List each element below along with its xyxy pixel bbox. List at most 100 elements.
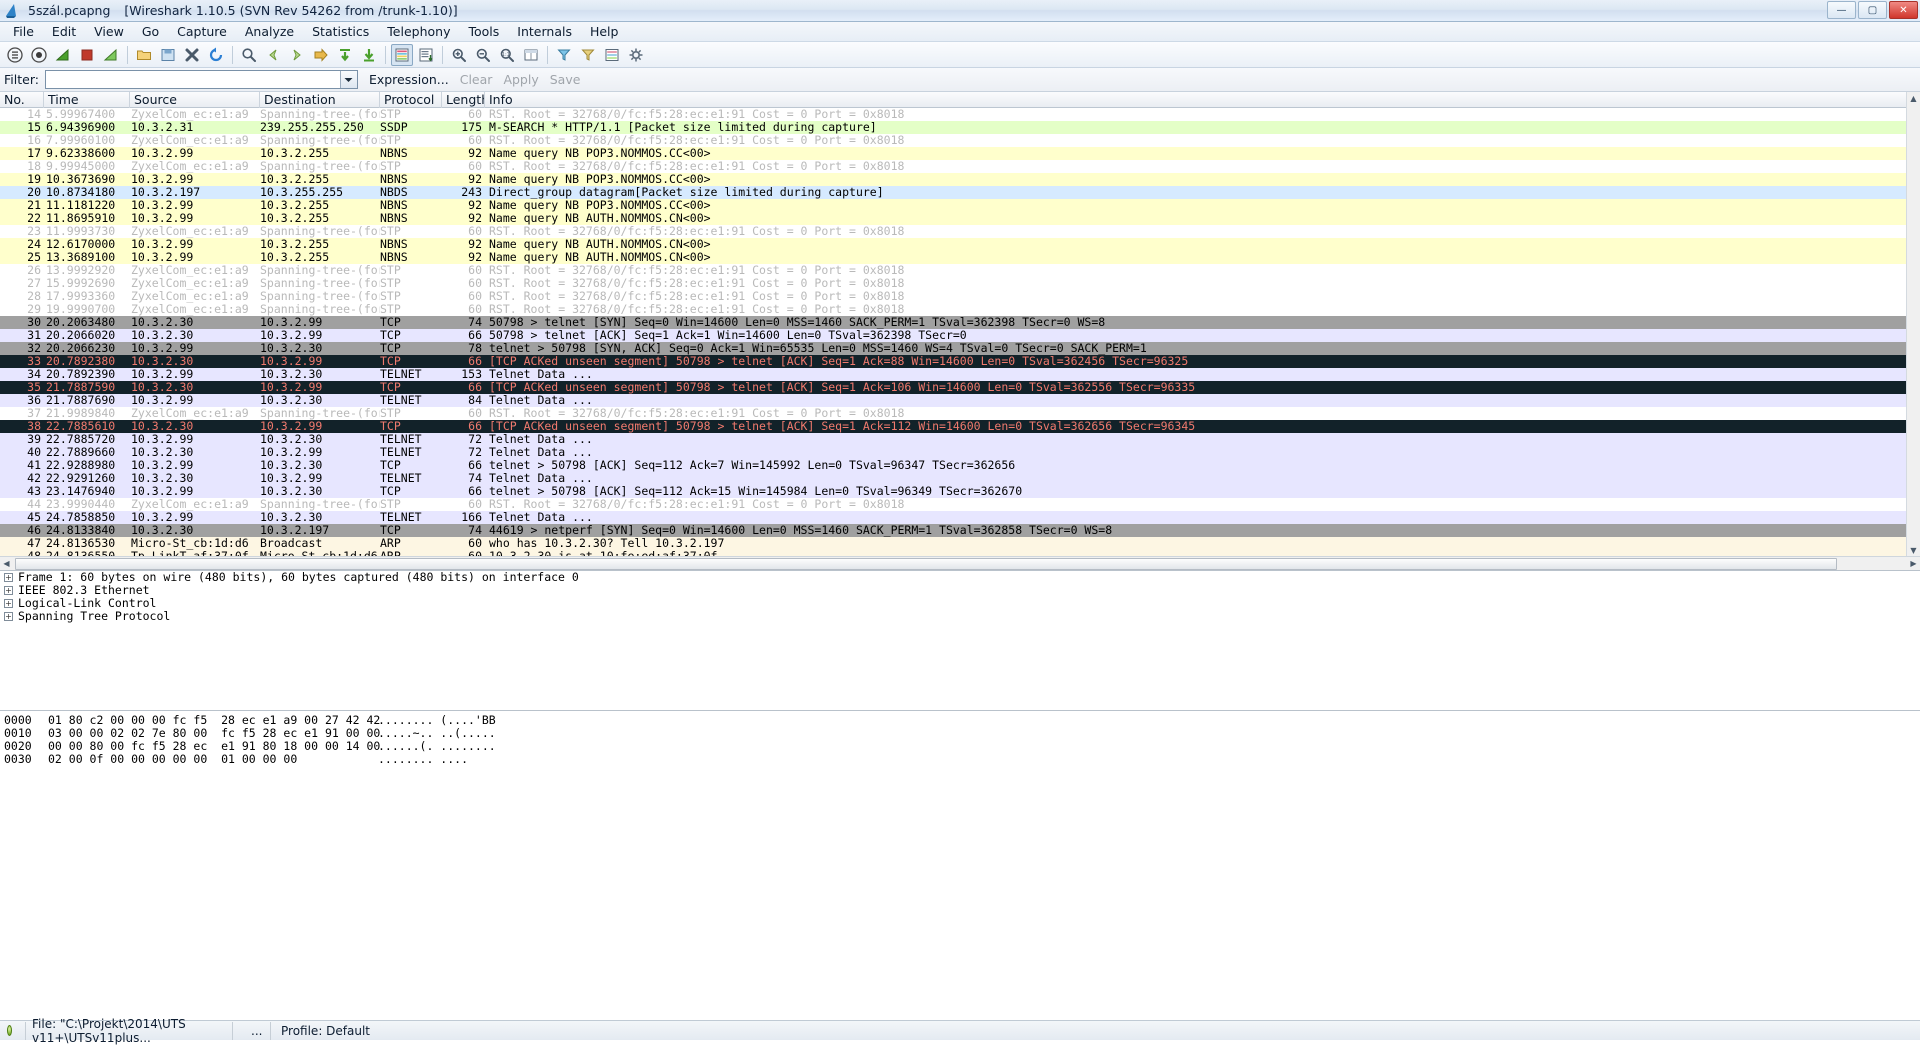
column-header-source[interactable]: Source — [130, 92, 260, 108]
scroll-left-icon[interactable]: ◀ — [0, 558, 13, 570]
menu-item-edit[interactable]: Edit — [43, 22, 85, 42]
restart-capture-icon[interactable] — [100, 44, 122, 66]
packet-row[interactable]: 2613.9992920ZyxelCom_ec:e1:a9Spanning-tr… — [0, 264, 1920, 277]
column-header-destination[interactable]: Destination — [260, 92, 380, 108]
find-packet-icon[interactable] — [238, 44, 260, 66]
menu-item-go[interactable]: Go — [133, 22, 168, 42]
menu-item-telephony[interactable]: Telephony — [378, 22, 459, 42]
scroll-down-icon[interactable]: ▼ — [1907, 544, 1920, 556]
packet-bytes-pane[interactable]: 000001 80 c2 00 00 00 fc f5 28 ec e1 a9 … — [0, 710, 1920, 860]
zoom-in-icon[interactable] — [448, 44, 470, 66]
packet-row[interactable]: 4323.147694010.3.2.9910.3.2.30TCP66telne… — [0, 485, 1920, 498]
scroll-right-icon[interactable]: ▶ — [1907, 558, 1920, 570]
packet-row[interactable]: 145.99967400ZyxelCom_ec:e1:a9Spanning-tr… — [0, 108, 1920, 121]
column-header-length[interactable]: Length — [442, 92, 485, 108]
packet-row[interactable]: 3521.788759010.3.2.3010.3.2.99TCP66[TCP … — [0, 381, 1920, 394]
packet-row[interactable]: 179.6233860010.3.2.9910.3.2.255NBNS92Nam… — [0, 147, 1920, 160]
packet-list-body[interactable]: 145.99967400ZyxelCom_ec:e1:a9Spanning-tr… — [0, 108, 1920, 556]
capture-file-cell[interactable]: File: "C:\Projekt\2014\UTS v11+\UTSv11pl… — [26, 1022, 233, 1040]
expand-icon[interactable]: + — [4, 573, 13, 582]
packet-row[interactable]: 2715.9992690ZyxelCom_ec:e1:a9Spanning-tr… — [0, 277, 1920, 290]
column-header-time[interactable]: Time — [44, 92, 130, 108]
packet-row[interactable]: 4824.8136550Tp-LinkT_af:37:0fMicro-St_cb… — [0, 550, 1920, 556]
packet-row[interactable]: 3621.788769010.3.2.9910.3.2.30TELNET84Te… — [0, 394, 1920, 407]
packet-row[interactable]: 4423.9990440ZyxelCom_ec:e1:a9Spanning-tr… — [0, 498, 1920, 511]
resize-columns-icon[interactable] — [520, 44, 542, 66]
zoom-reset-icon[interactable]: 1:1 — [496, 44, 518, 66]
packet-row[interactable]: 156.9439690010.3.2.31239.255.255.250SSDP… — [0, 121, 1920, 134]
packet-row[interactable]: 2513.368910010.3.2.9910.3.2.255NBNS92Nam… — [0, 251, 1920, 264]
profile-cell[interactable]: Profile: Default — [271, 1022, 376, 1040]
filter-input[interactable] — [46, 71, 340, 88]
packet-row[interactable]: 3420.789239010.3.2.9910.3.2.30TELNET153T… — [0, 368, 1920, 381]
packet-row[interactable]: 1910.367369010.3.2.9910.3.2.255NBNS92Nam… — [0, 173, 1920, 186]
packet-list-vscrollbar[interactable]: ▲ ▼ — [1906, 92, 1920, 556]
column-header-no[interactable]: No. — [0, 92, 44, 108]
packet-row[interactable]: 189.99945000ZyxelCom_ec:e1:a9Spanning-tr… — [0, 160, 1920, 173]
close-file-icon[interactable] — [181, 44, 203, 66]
detail-tree-row[interactable]: +Spanning Tree Protocol — [0, 610, 1920, 623]
reload-file-icon[interactable] — [205, 44, 227, 66]
start-capture-icon[interactable] — [52, 44, 74, 66]
filter-combo[interactable] — [45, 70, 358, 89]
menu-item-file[interactable]: File — [4, 22, 43, 42]
capture-status-cell[interactable] — [0, 1022, 26, 1040]
column-header-info[interactable]: Info — [485, 92, 1920, 108]
packet-list-pane[interactable]: No. Time Source Destination Protocol Len… — [0, 92, 1920, 570]
column-header-protocol[interactable]: Protocol — [380, 92, 442, 108]
packet-row[interactable]: 2412.617000010.3.2.9910.3.2.255NBNS92Nam… — [0, 238, 1920, 251]
zoom-out-icon[interactable] — [472, 44, 494, 66]
detail-tree-row[interactable]: +IEEE 802.3 Ethernet — [0, 584, 1920, 597]
hscroll-track[interactable] — [13, 558, 1907, 570]
packet-row[interactable]: 4222.929126010.3.2.3010.3.2.99TELNET74Te… — [0, 472, 1920, 485]
hscroll-thumb[interactable] — [15, 558, 1837, 570]
coloring-rules-icon[interactable] — [601, 44, 623, 66]
packet-row[interactable]: 3220.206623010.3.2.9910.3.2.30TCP78telne… — [0, 342, 1920, 355]
menu-item-statistics[interactable]: Statistics — [303, 22, 378, 42]
packet-row[interactable]: 4022.788966010.3.2.3010.3.2.99TELNET72Te… — [0, 446, 1920, 459]
apply-filter-button[interactable]: Apply — [503, 72, 538, 87]
packet-row[interactable]: 2919.9990700ZyxelCom_ec:e1:a9Spanning-tr… — [0, 303, 1920, 316]
detail-tree-row[interactable]: +Frame 1: 60 bytes on wire (480 bits), 6… — [0, 571, 1920, 584]
scroll-up-icon[interactable]: ▲ — [1907, 92, 1920, 104]
expression-button[interactable]: Expression... — [369, 72, 449, 87]
save-filter-button[interactable]: Save — [550, 72, 581, 87]
expand-icon[interactable]: + — [4, 612, 13, 621]
packet-row[interactable]: 3120.206602010.3.2.3010.3.2.99TCP6650798… — [0, 329, 1920, 342]
menu-item-view[interactable]: View — [85, 22, 133, 42]
packet-row[interactable]: 2817.9993360ZyxelCom_ec:e1:a9Spanning-tr… — [0, 290, 1920, 303]
close-button[interactable]: ✕ — [1889, 1, 1918, 19]
packet-row[interactable]: 2311.9993730ZyxelCom_ec:e1:a9Spanning-tr… — [0, 225, 1920, 238]
menu-item-analyze[interactable]: Analyze — [236, 22, 303, 42]
packet-row[interactable]: 4724.8136530Micro-St_cb:1d:d6BroadcastAR… — [0, 537, 1920, 550]
capture-options-icon[interactable] — [28, 44, 50, 66]
packet-row[interactable]: 2111.118122010.3.2.9910.3.2.255NBNS92Nam… — [0, 199, 1920, 212]
packet-row[interactable]: 3020.206348010.3.2.3010.3.2.99TCP7450798… — [0, 316, 1920, 329]
stop-capture-icon[interactable] — [76, 44, 98, 66]
packet-row[interactable]: 2211.869591010.3.2.9910.3.2.255NBNS92Nam… — [0, 212, 1920, 225]
preferences-icon[interactable] — [625, 44, 647, 66]
packet-row[interactable]: 3822.788561010.3.2.3010.3.2.99TCP66[TCP … — [0, 420, 1920, 433]
menu-item-capture[interactable]: Capture — [168, 22, 236, 42]
packet-row[interactable]: 3721.9989840ZyxelCom_ec:e1:a9Spanning-tr… — [0, 407, 1920, 420]
minimize-button[interactable]: — — [1827, 1, 1856, 19]
menu-item-internals[interactable]: Internals — [508, 22, 581, 42]
hex-dump[interactable]: 000001 80 c2 00 00 00 fc f5 28 ec e1 a9 … — [0, 714, 1920, 766]
go-to-packet-icon[interactable] — [310, 44, 332, 66]
packet-row[interactable]: 3922.788572010.3.2.9910.3.2.30TELNET72Te… — [0, 433, 1920, 446]
packet-row[interactable]: 167.99960100ZyxelCom_ec:e1:a9Spanning-tr… — [0, 134, 1920, 147]
chevron-down-icon[interactable] — [340, 71, 357, 88]
auto-scroll-icon[interactable] — [415, 44, 437, 66]
packet-row[interactable]: 3320.789238010.3.2.3010.3.2.99TCP66[TCP … — [0, 355, 1920, 368]
packet-list-hscrollbar[interactable]: ◀ ▶ — [0, 556, 1920, 570]
packet-row[interactable]: 2010.873418010.3.2.19710.3.255.255NBDS24… — [0, 186, 1920, 199]
packet-detail-pane[interactable]: +Frame 1: 60 bytes on wire (480 bits), 6… — [0, 570, 1920, 710]
menu-item-help[interactable]: Help — [581, 22, 628, 42]
go-to-first-packet-icon[interactable] — [334, 44, 356, 66]
expand-icon[interactable]: + — [4, 599, 13, 608]
colorize-icon[interactable] — [391, 44, 413, 66]
menu-item-tools[interactable]: Tools — [459, 22, 508, 42]
packet-detail-tree[interactable]: +Frame 1: 60 bytes on wire (480 bits), 6… — [0, 571, 1920, 623]
capture-filters-icon[interactable] — [553, 44, 575, 66]
clear-filter-button[interactable]: Clear — [460, 72, 493, 87]
